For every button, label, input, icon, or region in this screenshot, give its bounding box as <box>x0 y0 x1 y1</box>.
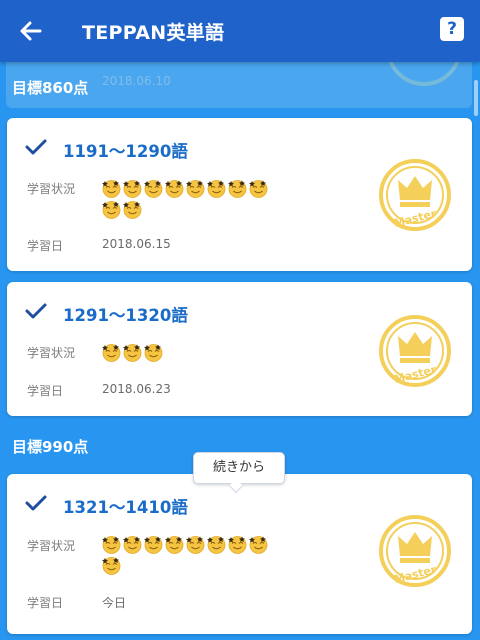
smiley-star-icon <box>206 534 227 555</box>
study-date: 2018.06.23 <box>102 382 171 396</box>
word-range: 1291〜1320語 <box>63 306 188 325</box>
status-label: 学習状況 <box>27 182 76 196</box>
smiley-star-icon <box>164 534 185 555</box>
status-label: 学習状況 <box>27 539 76 553</box>
crown-medal-icon: Master <box>379 159 451 231</box>
partial-card-date: 2018.06.10 <box>102 74 171 88</box>
smiley-star-icon <box>227 178 248 199</box>
smiley-star-icon <box>101 555 122 576</box>
scrollbar-thumb[interactable] <box>474 80 478 116</box>
word-range: 1191〜1290語 <box>63 142 188 161</box>
smiley-star-icon <box>143 342 164 363</box>
section-title: 目標990点 <box>12 438 89 456</box>
study-date: 今日 <box>102 596 127 610</box>
smiley-star-icon <box>122 534 143 555</box>
help-button[interactable]: ? <box>440 17 464 41</box>
star-rating <box>101 534 281 576</box>
smiley-star-icon <box>122 342 143 363</box>
date-label: 学習日 <box>27 239 64 253</box>
crown-medal-icon: Master <box>379 315 451 387</box>
smiley-star-icon <box>101 199 122 220</box>
smiley-star-icon <box>101 534 122 555</box>
resume-tooltip[interactable]: 続きから <box>193 452 285 484</box>
app-bar: TEPPAN英単語 ? <box>0 0 480 62</box>
check-icon <box>25 139 47 155</box>
study-date: 2018.06.15 <box>102 237 171 251</box>
word-set-card[interactable]: 1291〜1320語 学習状況 学習日 2018.06.23 Master <box>7 282 472 416</box>
section-title: 目標860点 <box>12 79 89 97</box>
smiley-star-icon <box>248 178 269 199</box>
date-label: 学習日 <box>27 596 64 610</box>
word-set-card[interactable]: 1321〜1410語 学習状況 学習日 今日 Master <box>7 474 472 634</box>
word-set-card[interactable]: 1191〜1290語 学習状況 学習日 2018.06.15 Master <box>7 118 472 271</box>
smiley-star-icon <box>227 534 248 555</box>
smiley-star-icon <box>122 199 143 220</box>
crown-medal-icon: Master <box>379 515 451 587</box>
star-rating <box>101 342 281 363</box>
smiley-star-icon <box>248 534 269 555</box>
smiley-star-icon <box>164 178 185 199</box>
smiley-star-icon <box>185 534 206 555</box>
date-label: 学習日 <box>27 384 64 398</box>
smiley-star-icon <box>143 178 164 199</box>
word-range: 1321〜1410語 <box>63 498 188 517</box>
check-icon <box>25 303 47 319</box>
check-icon <box>25 495 47 511</box>
smiley-star-icon <box>101 178 122 199</box>
smiley-star-icon <box>143 534 164 555</box>
arrow-left-icon <box>20 21 42 41</box>
smiley-star-icon <box>122 178 143 199</box>
star-rating <box>101 178 281 220</box>
status-label: 学習状況 <box>27 346 76 360</box>
back-button[interactable] <box>14 14 48 48</box>
smiley-star-icon <box>101 342 122 363</box>
smiley-star-icon <box>185 178 206 199</box>
app-title: TEPPAN英単語 <box>82 22 225 44</box>
smiley-star-icon <box>206 178 227 199</box>
